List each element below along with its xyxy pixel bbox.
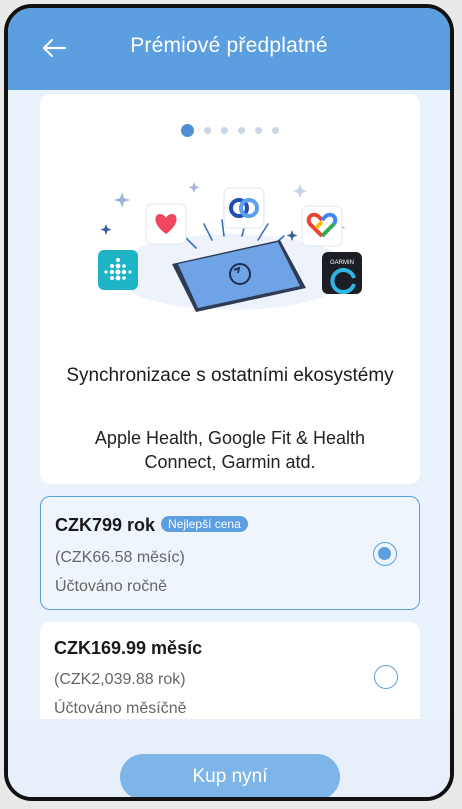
- buy-now-button[interactable]: Kup nyní: [120, 754, 340, 797]
- plan-option-monthly[interactable]: CZK169.99 měsíc (CZK2,039.88 rok) Účtová…: [40, 622, 420, 732]
- app-header: Prémiové předplatné: [8, 8, 450, 90]
- carousel-indicator: [40, 124, 420, 137]
- google-fit-icon: [301, 205, 343, 247]
- apple-health-icon: [145, 203, 187, 245]
- best-price-badge: Nejlepší cena: [161, 516, 248, 532]
- page-title: Prémiové předplatné: [130, 34, 328, 57]
- feature-title: Synchronizace s ostatními ekosystémy: [66, 365, 394, 386]
- plan-radio[interactable]: [374, 665, 398, 689]
- plan-per-period: (CZK2,039.88 rok): [54, 671, 186, 688]
- carousel-dot[interactable]: [221, 127, 228, 134]
- carousel-dot[interactable]: [204, 127, 211, 134]
- plan-price: CZK799 rok Nejlepší cena: [55, 515, 248, 536]
- feature-description: Apple Health, Google Fit & Health Connec…: [94, 428, 366, 472]
- carousel-dot[interactable]: [255, 127, 262, 134]
- svg-text:GARMIN: GARMIN: [330, 260, 354, 266]
- health-connect-icon: [223, 187, 265, 229]
- carousel-dot[interactable]: [272, 127, 279, 134]
- plan-price-label: CZK169.99 měsíc: [54, 638, 203, 658]
- plan-price-label: CZK799 rok: [55, 515, 156, 535]
- phone-frame: Prémiové předplatné GARMIN Synchronizace…: [4, 4, 454, 801]
- carousel-dot[interactable]: [238, 127, 245, 134]
- plan-billing: Účtováno ročně: [55, 578, 168, 595]
- garmin-connect-icon: GARMIN: [322, 252, 362, 294]
- sync-illustration: GARMIN: [98, 182, 362, 312]
- plan-per-period: (CZK66.58 měsíc): [55, 549, 185, 566]
- plan-billing: Účtováno měsíčně: [54, 700, 187, 717]
- plan-option-yearly[interactable]: CZK799 rok Nejlepší cena (CZK66.58 měsíc)…: [40, 496, 420, 610]
- carousel-dot-active[interactable]: [181, 124, 194, 137]
- fitbit-icon: [98, 250, 138, 290]
- plan-radio-selected[interactable]: [373, 542, 397, 566]
- feature-carousel-card[interactable]: GARMIN Synchronizace s ostatními ekosyst…: [40, 94, 420, 484]
